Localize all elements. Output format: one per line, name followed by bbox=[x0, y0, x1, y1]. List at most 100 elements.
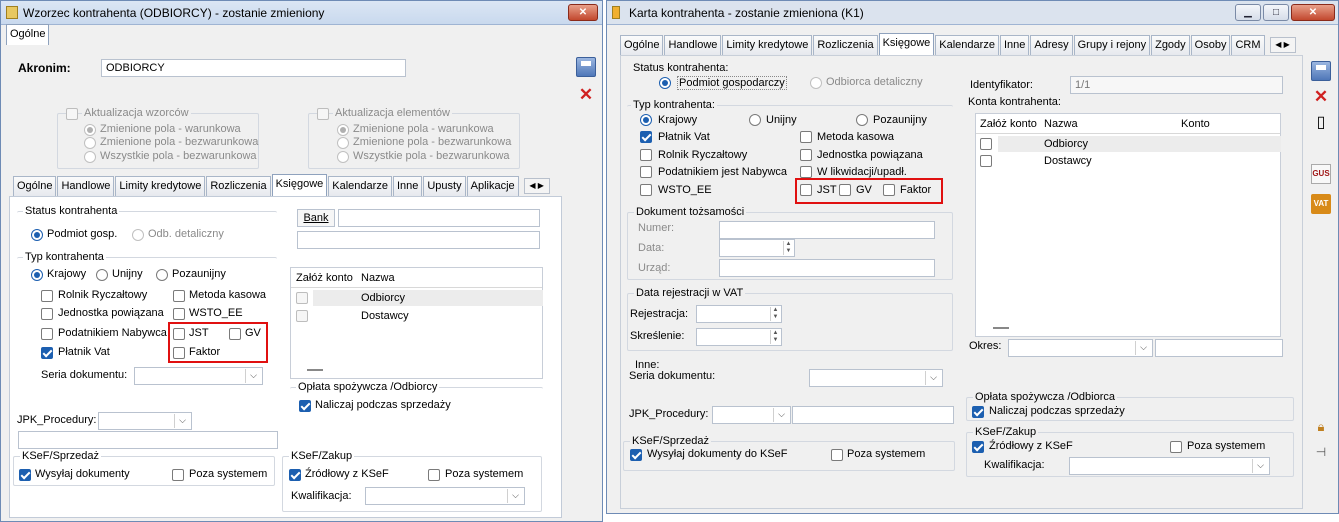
tab-crm[interactable]: CRM bbox=[1231, 35, 1265, 55]
radio-krajowy[interactable] bbox=[640, 114, 652, 126]
close-window-button[interactable]: ✕ bbox=[1291, 4, 1335, 21]
spin-icon[interactable]: ▲ ▼ bbox=[770, 330, 780, 344]
poza-systemem-sprzedaz-checkbox[interactable] bbox=[831, 449, 843, 461]
tab-zgody[interactable]: Zgody bbox=[1151, 35, 1190, 55]
zrodlowy-checkbox[interactable] bbox=[289, 469, 301, 481]
tab-ogolne[interactable]: Ogólne bbox=[620, 35, 664, 55]
radio-pozaunijny[interactable] bbox=[156, 269, 168, 281]
close-window-button[interactable]: ✕ bbox=[568, 4, 598, 21]
radio-odb-detaliczny[interactable] bbox=[132, 229, 144, 241]
tab-limity-kredytowe[interactable]: Limity kredytowe bbox=[722, 35, 813, 55]
radio-podmiot-gosp[interactable] bbox=[31, 229, 43, 241]
tab-scroll-arrows[interactable]: ◀ ▶ bbox=[1269, 37, 1296, 53]
wz-radio-bezwarunkowa[interactable] bbox=[84, 137, 96, 149]
radio-unijny[interactable] bbox=[749, 114, 761, 126]
spin-icon[interactable]: ▲ ▼ bbox=[783, 241, 793, 255]
wz-radio-warunkowa[interactable] bbox=[84, 124, 96, 136]
tab-rozliczenia[interactable]: Rozliczenia bbox=[206, 176, 271, 196]
wysylaj-checkbox[interactable] bbox=[19, 469, 31, 481]
gus-icon[interactable]: GUS bbox=[1311, 164, 1331, 184]
tab-ksiegowe[interactable]: Księgowe bbox=[878, 33, 935, 55]
numer-input[interactable] bbox=[719, 221, 935, 239]
table-row[interactable] bbox=[998, 136, 1281, 152]
minimize-button[interactable]: ▁ bbox=[1235, 4, 1261, 21]
save-icon[interactable] bbox=[576, 57, 596, 77]
podatnik-checkbox[interactable] bbox=[41, 328, 53, 340]
el-radio-bezwarunkowa[interactable] bbox=[337, 137, 349, 149]
tab-grupy-i-rejony[interactable]: Grupy i rejony bbox=[1073, 35, 1151, 55]
row-checkbox[interactable] bbox=[296, 292, 308, 304]
platnik-vat-checkbox[interactable] bbox=[640, 131, 652, 143]
jpk-text[interactable] bbox=[792, 406, 954, 424]
poza-systemem-zakup-checkbox[interactable] bbox=[428, 469, 440, 481]
jpk-select[interactable]: ⌵ bbox=[98, 412, 192, 430]
tab-inne[interactable]: Inne bbox=[999, 35, 1030, 55]
el-radio-wszystkie[interactable] bbox=[337, 151, 349, 163]
naliczaj-checkbox[interactable] bbox=[972, 406, 984, 418]
skreslenie-input[interactable]: ▲ ▼ bbox=[696, 328, 782, 346]
podatnik-checkbox[interactable] bbox=[640, 166, 652, 178]
jednostka-checkbox[interactable] bbox=[800, 149, 812, 161]
metoda-kasowa-checkbox[interactable] bbox=[800, 131, 812, 143]
wsto-checkbox[interactable] bbox=[173, 308, 185, 320]
okres-select[interactable]: ⌵ bbox=[1008, 339, 1153, 357]
rolnik-checkbox[interactable] bbox=[41, 290, 53, 302]
jednostka-checkbox[interactable] bbox=[41, 308, 53, 320]
urzad-input[interactable] bbox=[719, 259, 935, 277]
radio-odbiorca-detaliczny[interactable] bbox=[810, 77, 822, 89]
naliczaj-checkbox[interactable] bbox=[299, 400, 311, 412]
kwalifikacja-select[interactable]: ⌵ bbox=[1069, 457, 1270, 475]
kwalifikacja-select[interactable]: ⌵ bbox=[365, 487, 525, 505]
okres-input[interactable] bbox=[1155, 339, 1283, 357]
akronim-input[interactable]: ODBIORCY bbox=[101, 59, 406, 77]
row-checkbox[interactable] bbox=[980, 138, 992, 150]
tab-handlowe[interactable]: Handlowe bbox=[57, 176, 115, 196]
poza-systemem-sprzedaz-checkbox[interactable] bbox=[172, 469, 184, 481]
bank-input[interactable] bbox=[338, 209, 540, 227]
akt-wzorcow-checkbox[interactable] bbox=[66, 108, 78, 120]
el-radio-warunkowa[interactable] bbox=[337, 124, 349, 136]
seria-select[interactable]: ⌵ bbox=[809, 369, 943, 387]
book-icon[interactable]: ▯ bbox=[1311, 113, 1331, 133]
tab-adresy[interactable]: Adresy bbox=[1030, 35, 1073, 55]
tab-kalendarze[interactable]: Kalendarze bbox=[935, 35, 999, 55]
metoda-kasowa-checkbox[interactable] bbox=[173, 290, 185, 302]
bank-detail-input[interactable] bbox=[297, 231, 540, 249]
platnik-vat-checkbox[interactable] bbox=[41, 347, 53, 359]
tab-ogolne-top[interactable]: Ogólne bbox=[6, 24, 50, 46]
row-checkbox[interactable] bbox=[296, 310, 308, 322]
data-input[interactable]: ▲ ▼ bbox=[719, 239, 795, 257]
tab-scroll-arrows[interactable]: ◀ ▶ bbox=[523, 178, 550, 194]
tab-limity-kredytowe[interactable]: Limity kredytowe bbox=[115, 176, 206, 196]
jpk-select[interactable]: ⌵ bbox=[712, 406, 791, 424]
akt-elementow-checkbox[interactable] bbox=[317, 108, 329, 120]
radio-krajowy[interactable] bbox=[31, 269, 43, 281]
tab-rozliczenia[interactable]: Rozliczenia bbox=[813, 35, 878, 55]
pin-icon[interactable]: ⊣ bbox=[1311, 442, 1331, 462]
seria-select[interactable]: ⌵ bbox=[134, 367, 263, 385]
cancel-icon[interactable]: ✕ bbox=[1311, 87, 1331, 107]
vat-icon[interactable]: VAT bbox=[1311, 194, 1331, 214]
tab-upusty[interactable]: Upusty bbox=[423, 176, 466, 196]
radio-unijny[interactable] bbox=[96, 269, 108, 281]
rejestracja-input[interactable]: ▲ ▼ bbox=[696, 305, 782, 323]
wsto-checkbox[interactable] bbox=[640, 184, 652, 196]
poza-systemem-zakup-checkbox[interactable] bbox=[1170, 441, 1182, 453]
grid-resize-handle[interactable] bbox=[993, 327, 1009, 329]
radio-podmiot-gospodarczy[interactable] bbox=[659, 77, 671, 89]
tab-osoby[interactable]: Osoby bbox=[1190, 35, 1231, 55]
bank-button[interactable]: Bank bbox=[297, 209, 335, 227]
radio-pozaunijny[interactable] bbox=[856, 114, 868, 126]
rolnik-checkbox[interactable] bbox=[640, 149, 652, 161]
tab-kalendarze[interactable]: Kalendarze bbox=[328, 176, 392, 196]
tab-ksiegowe[interactable]: Księgowe bbox=[271, 174, 328, 196]
lock-icon[interactable]: 🔒︎ bbox=[1311, 417, 1331, 437]
zrodlowy-checkbox[interactable] bbox=[972, 441, 984, 453]
spin-icon[interactable]: ▲ ▼ bbox=[770, 307, 780, 321]
grid-resize-handle[interactable] bbox=[307, 369, 323, 371]
maximize-button[interactable]: □ bbox=[1263, 4, 1289, 21]
tab-inne[interactable]: Inne bbox=[392, 176, 423, 196]
likwidacja-checkbox[interactable] bbox=[800, 166, 812, 178]
row-checkbox[interactable] bbox=[980, 155, 992, 167]
wz-radio-wszystkie[interactable] bbox=[84, 151, 96, 163]
